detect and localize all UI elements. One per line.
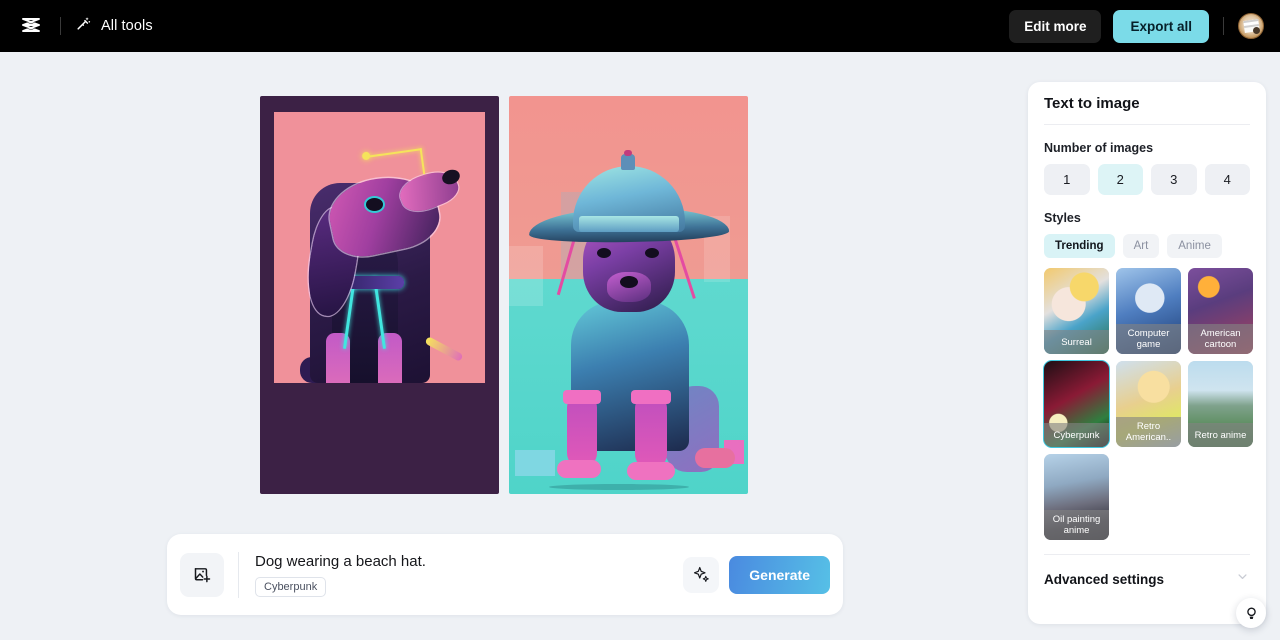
style-tile-american-cartoon[interactable]: American cartoon: [1188, 268, 1253, 354]
topbar-divider: [60, 17, 61, 35]
style-tile-label: Surreal: [1044, 330, 1109, 354]
topbar-divider-right: [1223, 17, 1224, 35]
style-tile-grid: Surreal Computer game American cartoon C…: [1043, 268, 1253, 540]
style-tile-label: Cyberpunk: [1044, 423, 1109, 447]
styles-label: Styles: [1044, 211, 1081, 225]
style-tile-label: Oil painting anime: [1044, 510, 1109, 540]
top-bar: All tools Edit more Export all: [0, 0, 1280, 52]
prompt-bar: Dog wearing a beach hat. Cyberpunk Gener…: [167, 534, 843, 615]
style-tile-oil-painting-anime[interactable]: Oil painting anime: [1044, 454, 1109, 540]
image-count-4[interactable]: 4: [1204, 164, 1250, 195]
generate-button[interactable]: Generate: [729, 555, 830, 594]
style-tile-retro-anime[interactable]: Retro anime: [1188, 361, 1253, 447]
avatar[interactable]: [1238, 13, 1264, 39]
image-count-1[interactable]: 1: [1044, 164, 1090, 195]
generated-image-2[interactable]: [509, 96, 748, 494]
image-1-art: [274, 112, 485, 439]
edit-more-button[interactable]: Edit more: [1009, 9, 1102, 43]
chevron-down-icon: [1235, 569, 1250, 589]
number-of-images-group: 1 2 3 4: [1044, 164, 1250, 195]
image-count-3[interactable]: 3: [1151, 164, 1197, 195]
prompt-divider: [238, 551, 239, 598]
style-filter-anime[interactable]: Anime: [1167, 234, 1222, 258]
text-to-image-panel: Text to image Number of images 1 2 3 4 S…: [1028, 82, 1266, 624]
number-of-images-label: Number of images: [1044, 141, 1154, 155]
style-tile-label: Computer game: [1116, 324, 1181, 354]
add-image-icon[interactable]: [180, 552, 224, 597]
style-tile-computer-game[interactable]: Computer game: [1116, 268, 1181, 354]
style-filter-art[interactable]: Art: [1122, 234, 1160, 258]
style-filter-group: Trending Art Anime: [1044, 234, 1250, 258]
generated-results: [260, 96, 748, 494]
prompt-input[interactable]: Dog wearing a beach hat.: [255, 553, 683, 570]
style-tile-retro-american[interactable]: Retro American..: [1116, 361, 1181, 447]
advanced-settings-label: Advanced settings: [1044, 571, 1165, 587]
style-tile-surreal[interactable]: Surreal: [1044, 268, 1109, 354]
capcut-logo-icon[interactable]: [16, 11, 46, 41]
magic-wand-icon: [75, 15, 92, 37]
advanced-settings-row[interactable]: Advanced settings: [1044, 554, 1250, 589]
export-all-button[interactable]: Export all: [1113, 9, 1209, 43]
all-tools-label: All tools: [101, 18, 153, 34]
panel-title: Text to image: [1044, 95, 1140, 112]
style-tile-label: American cartoon: [1188, 324, 1253, 354]
image-count-2[interactable]: 2: [1097, 164, 1143, 195]
style-tile-cyberpunk[interactable]: Cyberpunk: [1043, 360, 1110, 448]
panel-divider: [1044, 124, 1250, 125]
sparkle-icon[interactable]: [683, 556, 720, 593]
style-tile-label: Retro anime: [1188, 423, 1253, 447]
prompt-style-tag[interactable]: Cyberpunk: [255, 576, 327, 597]
generated-image-1[interactable]: [260, 96, 499, 494]
help-button[interactable]: [1236, 598, 1266, 628]
style-tile-label: Retro American..: [1116, 417, 1181, 447]
canvas-area: Dog wearing a beach hat. Cyberpunk Gener…: [0, 52, 1014, 640]
all-tools-button[interactable]: All tools: [75, 15, 153, 37]
style-filter-trending[interactable]: Trending: [1044, 234, 1115, 258]
